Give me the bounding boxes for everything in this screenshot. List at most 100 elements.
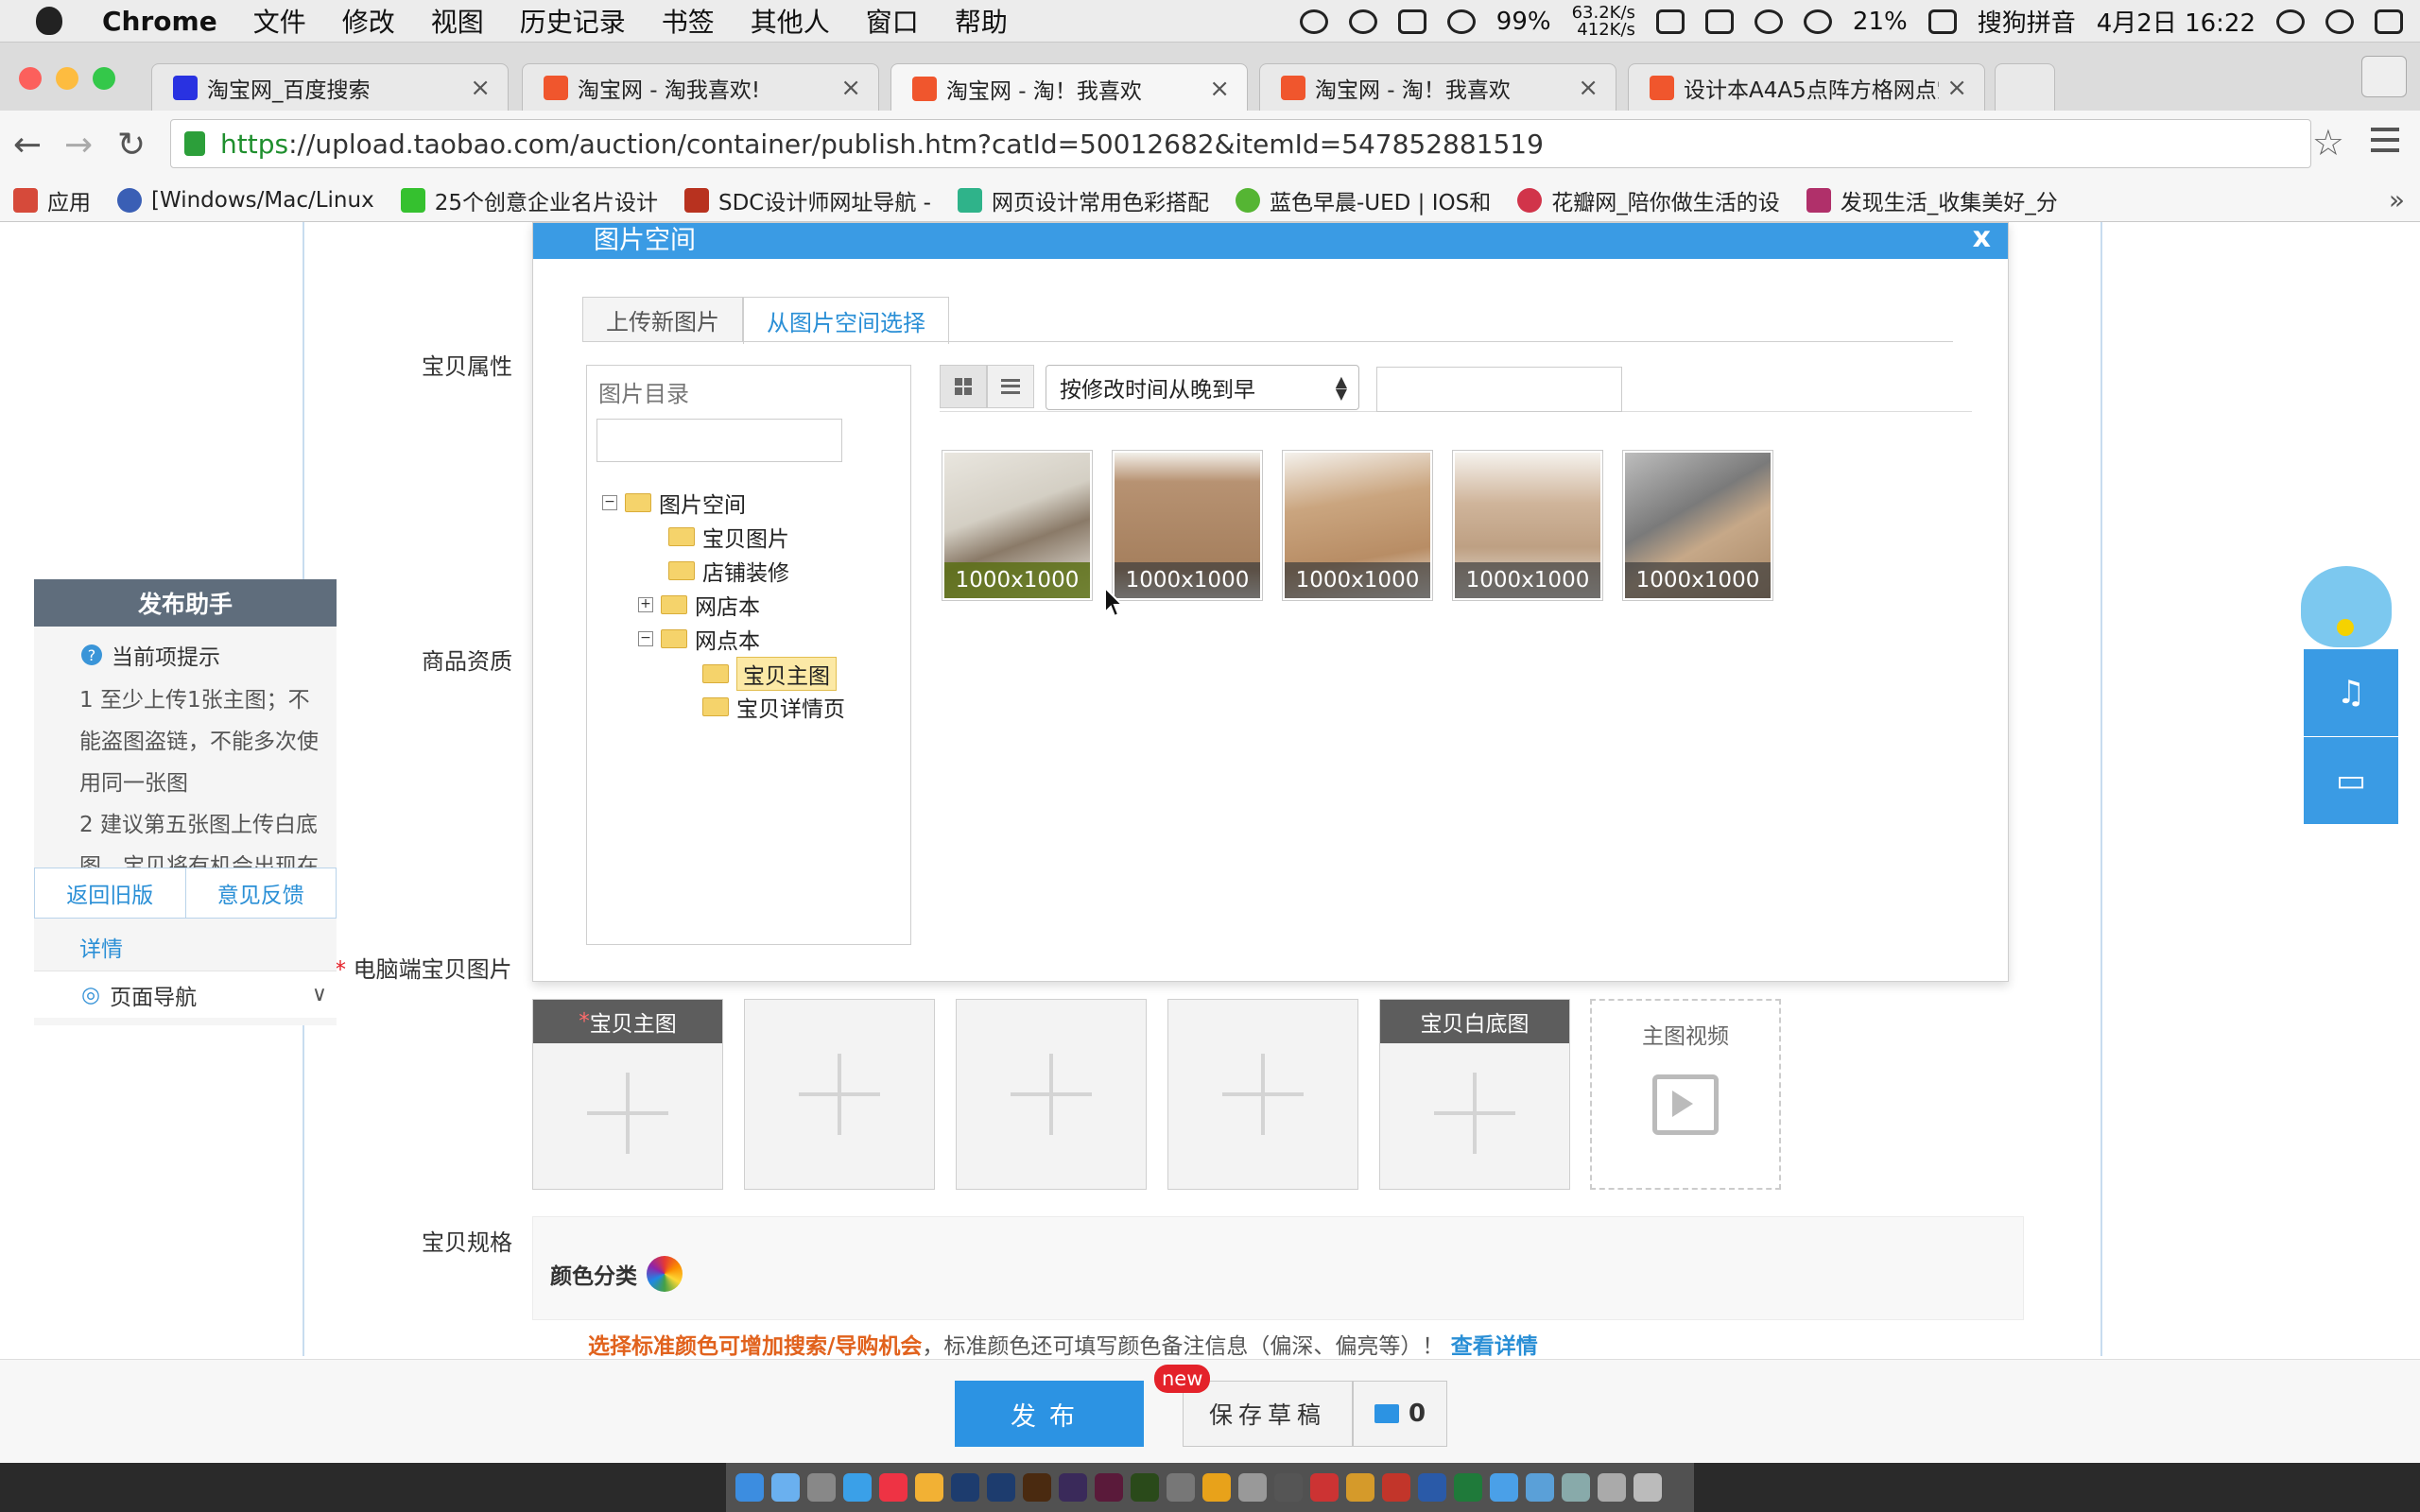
color-detail-link[interactable]: 查看详情 — [1451, 1334, 1538, 1359]
tab-close-icon[interactable]: × — [470, 74, 491, 102]
downloads-icon[interactable] — [1562, 1473, 1590, 1502]
siri-icon[interactable] — [2325, 9, 2354, 34]
grid-view-button[interactable] — [940, 365, 987, 408]
reload-icon[interactable]: ↻ — [117, 126, 146, 164]
folder-icon[interactable] — [1598, 1473, 1626, 1502]
image-search-input[interactable] — [1376, 367, 1622, 412]
sort-select[interactable]: 按修改时间从晚到早 ▲ ▼ — [1046, 365, 1359, 410]
menu-edit[interactable]: 修改 — [342, 2, 395, 40]
mic-icon[interactable] — [1397, 9, 1426, 34]
upload-slot-white-bg[interactable]: 宝贝白底图 — [1379, 999, 1570, 1190]
tab-close-icon[interactable]: × — [1578, 74, 1599, 102]
tab-upload-new[interactable]: 上传新图片 — [582, 297, 743, 342]
chat-button[interactable]: ▭ — [2304, 737, 2398, 824]
app-icon[interactable] — [1274, 1473, 1303, 1502]
upload-slot-4[interactable] — [1167, 999, 1358, 1190]
new-tab-button[interactable] — [1995, 63, 2055, 111]
folder-search-input[interactable] — [596, 419, 842, 462]
tree-node-detail-page[interactable]: 宝贝详情页 — [702, 691, 845, 723]
publish-button[interactable]: 发布 — [955, 1381, 1144, 1447]
helper-tip-header[interactable]: ? 当前项提示 — [34, 636, 337, 674]
tree-node-main-images-selected[interactable]: 宝贝主图 — [702, 657, 837, 691]
address-bar[interactable]: https://upload.taobao.com/auction/contai… — [170, 119, 2311, 168]
dialog-close-button[interactable]: x — [1973, 222, 1991, 254]
image-thumb-5[interactable]: 1000x1000 — [1622, 450, 1773, 601]
record-icon[interactable] — [1299, 9, 1328, 34]
dreamweaver-icon[interactable] — [1131, 1473, 1159, 1502]
menu-view[interactable]: 视图 — [431, 2, 484, 40]
airplay-icon[interactable] — [1704, 9, 1734, 34]
powerpoint-icon[interactable] — [1382, 1473, 1410, 1502]
bookmark-3[interactable]: 25个创意企业名片设计 — [400, 184, 658, 216]
finder-icon[interactable] — [735, 1473, 764, 1502]
menu-app-chrome[interactable]: Chrome — [102, 6, 217, 37]
tree-node-item-images[interactable]: 宝贝图片 — [668, 521, 789, 553]
apple-icon[interactable] — [36, 7, 62, 35]
menu-file[interactable]: 文件 — [253, 2, 306, 40]
tab-close-icon[interactable]: × — [1209, 75, 1230, 103]
tab-close-icon[interactable]: × — [840, 74, 861, 102]
app-icon[interactable] — [879, 1473, 908, 1502]
bookmark-7[interactable]: 花瓣网_陪你做生活的设 — [1517, 184, 1780, 216]
image-thumb-1[interactable]: 1000x1000 — [942, 450, 1093, 601]
bookmark-2[interactable]: [Windows/Mac/Linux — [117, 187, 374, 213]
trash-icon[interactable] — [1634, 1473, 1662, 1502]
display-icon[interactable] — [1655, 9, 1685, 34]
tree-node-wangdianben[interactable]: + 网店本 — [638, 589, 760, 621]
image-thumb-4[interactable]: 1000x1000 — [1452, 450, 1603, 601]
browser-tab-5[interactable]: 设计本A4A5点阵方格网点空 × — [1628, 63, 1985, 111]
system-prefs-icon[interactable] — [807, 1473, 836, 1502]
clock[interactable]: 4月2日 16:22 — [2097, 4, 2256, 39]
app-store-icon[interactable] — [1490, 1473, 1518, 1502]
tab-close-icon[interactable]: × — [1946, 74, 1967, 102]
collapse-toggle-icon[interactable]: − — [602, 495, 617, 510]
expand-toggle-icon[interactable]: + — [638, 597, 653, 612]
profile-icon[interactable] — [2361, 56, 2407, 97]
helper-page-nav[interactable]: ◎ 页面导航 ∨ — [34, 971, 337, 1018]
menu-help[interactable]: 帮助 — [955, 2, 1008, 40]
image-thumb-3[interactable]: 1000x1000 — [1282, 450, 1433, 601]
app-icon[interactable] — [1346, 1473, 1374, 1502]
window-close-button[interactable] — [19, 67, 42, 90]
forward-arrow-icon[interactable]: → — [64, 126, 93, 164]
after-effects-icon[interactable] — [1059, 1473, 1087, 1502]
app-icon[interactable] — [1526, 1473, 1554, 1502]
browser-tab-1[interactable]: 淘宝网_百度搜索 × — [151, 63, 509, 111]
chrome-icon[interactable] — [915, 1473, 943, 1502]
sketch-icon[interactable] — [1202, 1473, 1231, 1502]
mascot-elephant-icon[interactable] — [2301, 566, 2392, 647]
bluetooth-icon[interactable] — [1754, 9, 1783, 34]
bookmark-apps[interactable]: 应用 — [13, 184, 91, 216]
excel-icon[interactable] — [1454, 1473, 1482, 1502]
circle-icon[interactable] — [1446, 9, 1476, 34]
message-button[interactable]: 0 — [1353, 1381, 1447, 1447]
notification-bell-button[interactable]: ♫ — [2304, 649, 2398, 736]
wifi-icon[interactable] — [1803, 9, 1832, 34]
bookmark-4[interactable]: SDC设计师网址导航 - — [683, 184, 931, 216]
bookmark-6[interactable]: 蓝色早晨-UED | IOS和 — [1235, 184, 1491, 216]
tree-node-root[interactable]: − 图片空间 — [602, 487, 746, 519]
illustrator-icon[interactable] — [1023, 1473, 1051, 1502]
browser-tab-2[interactable]: 淘宝网 - 淘我喜欢! × — [522, 63, 879, 111]
photoshop-icon[interactable] — [987, 1473, 1015, 1502]
spotlight-search-icon[interactable] — [2276, 9, 2305, 34]
upload-slot-video[interactable]: 主图视频 — [1590, 999, 1781, 1190]
feedback-button[interactable]: 意见反馈 — [186, 868, 337, 918]
photoshop-icon[interactable] — [951, 1473, 979, 1502]
cc-icon[interactable] — [1348, 9, 1377, 34]
window-zoom-button[interactable] — [93, 67, 115, 90]
tab-select-from-space[interactable]: 从图片空间选择 — [743, 297, 949, 344]
save-draft-button[interactable]: 保存草稿 — [1183, 1381, 1353, 1447]
menu-window[interactable]: 窗口 — [866, 2, 919, 40]
menu-bookmarks[interactable]: 书签 — [662, 2, 715, 40]
upload-slot-3[interactable] — [956, 999, 1147, 1190]
upload-slot-main[interactable]: * 宝贝主图 — [532, 999, 723, 1190]
chrome-menu-icon[interactable] — [2371, 128, 2399, 152]
battery-icon[interactable] — [1927, 9, 1957, 34]
bookmark-star-icon[interactable]: ☆ — [2312, 122, 2344, 163]
bookmarks-overflow-icon[interactable]: » — [2389, 184, 2405, 215]
indesign-icon[interactable] — [1095, 1473, 1123, 1502]
browser-tab-3-active[interactable]: 淘宝网 - 淘！我喜欢 × — [890, 63, 1248, 112]
list-view-button[interactable] — [987, 365, 1034, 408]
tree-node-wangdianben-2[interactable]: − 网点本 — [638, 623, 760, 655]
